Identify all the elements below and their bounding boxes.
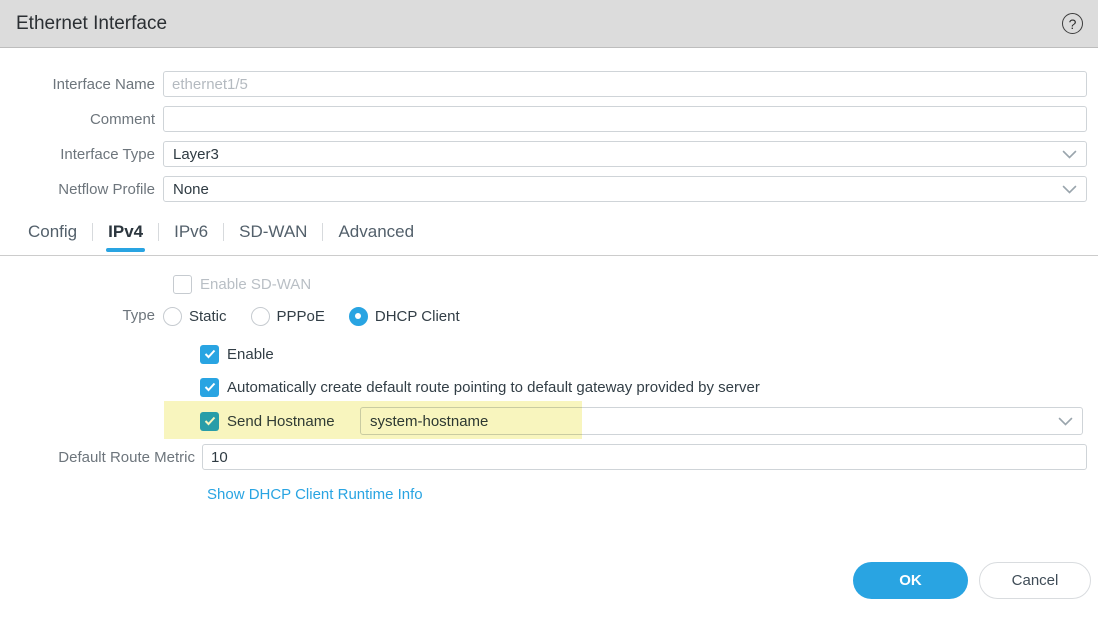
type-row: Type Static PPPoE DHCP Client: [0, 306, 1098, 326]
tab-sdwan[interactable]: SD-WAN: [239, 222, 307, 255]
interface-type-select[interactable]: Layer3: [163, 141, 1087, 167]
tab-separator: [158, 223, 159, 241]
ethernet-interface-dialog: Ethernet Interface ? Interface Name Comm…: [0, 0, 1098, 621]
type-label: Type: [0, 306, 163, 326]
cancel-button[interactable]: Cancel: [979, 562, 1091, 599]
netflow-profile-value: None: [173, 181, 209, 198]
dialog-title: Ethernet Interface: [16, 13, 167, 35]
send-hostname-label: Send Hostname: [227, 413, 335, 430]
tab-advanced[interactable]: Advanced: [338, 222, 414, 255]
enable-sdwan-checkbox[interactable]: [173, 275, 192, 294]
radio-dhcp-client[interactable]: [349, 307, 368, 326]
enable-checkbox[interactable]: [200, 345, 219, 364]
enable-row: Enable: [200, 344, 1098, 364]
auto-route-row: Automatically create default route point…: [200, 377, 1098, 397]
send-hostname-control: Send Hostname: [200, 412, 360, 431]
dialog-footer: OK Cancel: [853, 562, 1091, 599]
interface-form: Interface Name Comment Interface Type La…: [0, 48, 1098, 202]
chevron-down-icon: [1062, 185, 1077, 194]
send-hostname-row: Send Hostname system-hostname: [200, 407, 1083, 435]
default-route-metric-label: Default Route Metric: [0, 449, 202, 466]
radio-option-dhcp-client[interactable]: DHCP Client: [349, 307, 460, 326]
runtime-info-row: Show DHCP Client Runtime Info: [207, 486, 1098, 504]
tab-separator: [92, 223, 93, 241]
interface-type-value: Layer3: [173, 146, 219, 163]
send-hostname-select[interactable]: system-hostname: [360, 407, 1083, 435]
ok-button[interactable]: OK: [853, 562, 968, 599]
chevron-down-icon: [1058, 417, 1073, 426]
dialog-titlebar: Ethernet Interface ?: [0, 0, 1098, 48]
help-icon[interactable]: ?: [1062, 13, 1083, 34]
interface-type-row: Interface Type Layer3: [0, 141, 1087, 167]
auto-route-label: Automatically create default route point…: [227, 379, 760, 396]
radio-static-label: Static: [189, 308, 227, 325]
checkmark-icon: [204, 416, 216, 426]
dhcp-runtime-link[interactable]: Show DHCP Client Runtime Info: [207, 486, 423, 503]
tab-separator: [223, 223, 224, 241]
send-hostname-checkbox[interactable]: [200, 412, 219, 431]
checkmark-icon: [204, 349, 216, 359]
interface-name-row: Interface Name: [0, 71, 1087, 97]
radio-pppoe[interactable]: [251, 307, 270, 326]
send-hostname-value: system-hostname: [370, 413, 488, 430]
interface-name-label: Interface Name: [0, 76, 163, 93]
enable-sdwan-row: Enable SD-WAN: [173, 274, 1098, 294]
netflow-profile-select[interactable]: None: [163, 176, 1087, 202]
comment-label: Comment: [0, 111, 163, 128]
tab-bar: Config IPv4 IPv6 SD-WAN Advanced: [0, 222, 1098, 256]
comment-field[interactable]: [163, 106, 1087, 132]
tab-ipv6[interactable]: IPv6: [174, 222, 208, 255]
tab-separator: [322, 223, 323, 241]
chevron-down-icon: [1062, 150, 1077, 159]
tab-config[interactable]: Config: [28, 222, 77, 255]
radio-pppoe-label: PPPoE: [277, 308, 325, 325]
netflow-profile-row: Netflow Profile None: [0, 176, 1087, 202]
ipv4-panel: Enable SD-WAN Type Static PPPoE DHCP Cli…: [0, 274, 1098, 504]
interface-name-field: [163, 71, 1087, 97]
help-glyph: ?: [1069, 16, 1077, 32]
enable-label: Enable: [227, 346, 274, 363]
radio-dhcp-client-label: DHCP Client: [375, 308, 460, 325]
radio-option-static[interactable]: Static: [163, 307, 227, 326]
interface-type-label: Interface Type: [0, 146, 163, 163]
enable-sdwan-label: Enable SD-WAN: [200, 276, 311, 293]
checkmark-icon: [204, 382, 216, 392]
comment-row: Comment: [0, 106, 1087, 132]
default-route-metric-row: Default Route Metric: [0, 444, 1087, 470]
radio-option-pppoe[interactable]: PPPoE: [251, 307, 325, 326]
netflow-profile-label: Netflow Profile: [0, 181, 163, 198]
radio-static[interactable]: [163, 307, 182, 326]
default-route-metric-input[interactable]: [202, 444, 1087, 470]
auto-route-checkbox[interactable]: [200, 378, 219, 397]
tab-ipv4[interactable]: IPv4: [108, 222, 143, 255]
